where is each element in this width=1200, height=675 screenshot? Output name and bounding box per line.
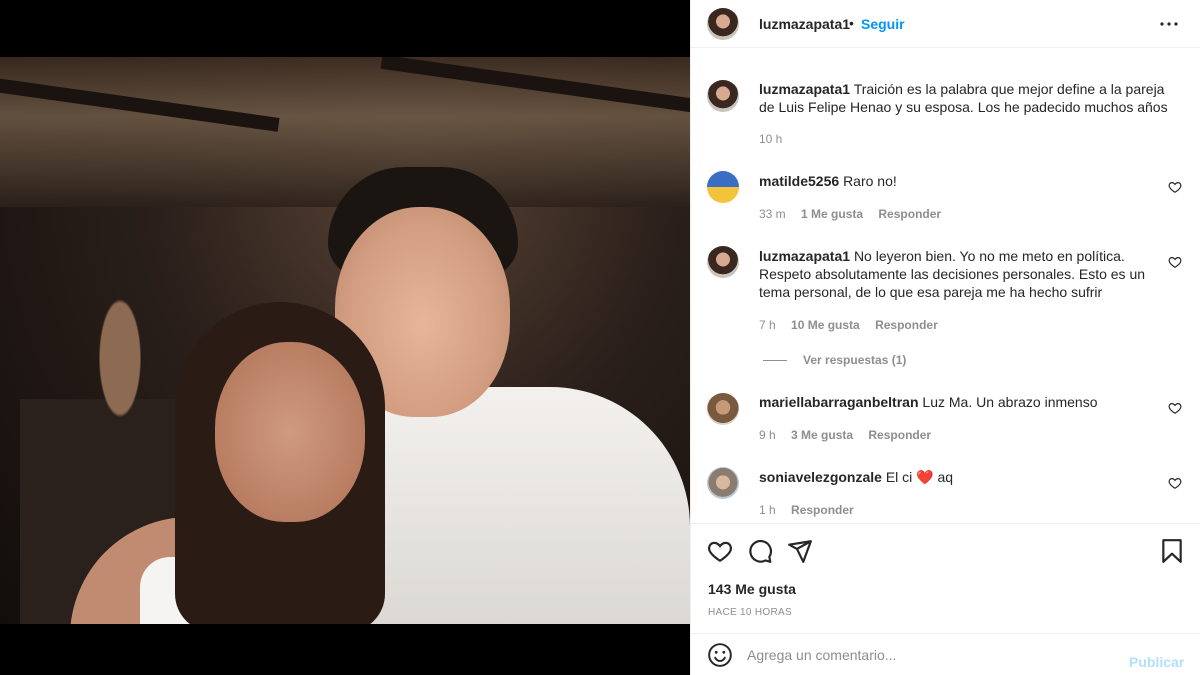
caption: luzmazapata1 Traición es la palabra que …: [759, 80, 1179, 116]
header-separator: •: [849, 15, 854, 31]
comment-item: mariellabarraganbeltran Luz Ma. Un abraz…: [759, 393, 1179, 411]
comment-time: 7 h: [759, 318, 776, 332]
comment-likes[interactable]: 10 Me gusta: [791, 318, 860, 332]
reply-button[interactable]: Responder: [878, 207, 941, 221]
comment-text-end: aq: [937, 469, 954, 485]
comment-avatar[interactable]: [707, 393, 739, 425]
comment-text: El ci: [885, 469, 913, 485]
follow-button[interactable]: Seguir: [861, 16, 905, 32]
author-username[interactable]: luzmazapata1: [759, 16, 850, 32]
comment-username[interactable]: mariellabarraganbeltran: [759, 394, 919, 410]
comment-username[interactable]: soniavelezgonzale: [759, 469, 882, 485]
comment-text: Luz Ma. Un abrazo inmenso: [922, 394, 1098, 410]
comment-username[interactable]: matilde5256: [759, 173, 839, 189]
comment-time: 9 h: [759, 428, 776, 442]
comment-meta: 7 h 10 Me gusta Responder: [759, 318, 950, 332]
comment-username[interactable]: luzmazapata1: [759, 248, 850, 264]
reply-button[interactable]: Responder: [875, 318, 938, 332]
comment-item: matilde5256 Raro no!: [759, 172, 1179, 190]
heart-icon[interactable]: [707, 538, 733, 564]
comment-like-icon[interactable]: [1168, 476, 1182, 490]
comment-likes[interactable]: 3 Me gusta: [791, 428, 853, 442]
reply-button[interactable]: Responder: [791, 503, 854, 517]
comment-meta: 9 h 3 Me gusta Responder: [759, 428, 943, 442]
caption-meta: 10 h: [759, 132, 794, 146]
post-header: luzmazapata1 • Seguir: [691, 0, 1200, 48]
author-avatar[interactable]: [707, 8, 739, 40]
comment-time: 1 h: [759, 503, 776, 517]
emoji-icon[interactable]: [707, 642, 733, 668]
replies-divider: [763, 360, 787, 362]
share-icon[interactable]: [787, 538, 813, 564]
reply-button[interactable]: Responder: [868, 428, 931, 442]
comment-text: Raro no!: [843, 173, 897, 189]
comment-likes[interactable]: 1 Me gusta: [801, 207, 863, 221]
post-side-panel: luzmazapata1 • Seguir luzmazapata1 Traic…: [690, 0, 1200, 675]
comment-avatar[interactable]: [707, 171, 739, 203]
comment-like-icon[interactable]: [1168, 401, 1182, 415]
like-count[interactable]: 143 Me gusta: [708, 581, 796, 597]
heart-emoji: ❤️: [916, 469, 934, 485]
photo-woman-face: [215, 342, 365, 522]
comment-meta: 1 h Responder: [759, 503, 866, 517]
comment-avatar[interactable]: [707, 467, 739, 499]
comment-item: soniavelezgonzale El ci ❤️ aq: [759, 468, 1179, 486]
view-replies-button[interactable]: Ver respuestas (1): [763, 353, 906, 367]
more-icon[interactable]: [1157, 12, 1181, 36]
view-replies-label: Ver respuestas (1): [803, 353, 907, 367]
comment-like-icon[interactable]: [1168, 255, 1182, 269]
comment-input[interactable]: [747, 642, 1117, 668]
publish-button[interactable]: Publicar: [1129, 654, 1184, 670]
comments-list[interactable]: luzmazapata1 Traición es la palabra que …: [691, 48, 1200, 523]
photo-ceiling: [0, 57, 690, 207]
comment-time: 33 m: [759, 207, 786, 221]
caption-username[interactable]: luzmazapata1: [759, 81, 850, 97]
post-photo[interactable]: [0, 57, 690, 624]
post-timestamp: HACE 10 HORAS: [708, 607, 792, 618]
caption-avatar[interactable]: [707, 80, 739, 112]
comment-meta: 33 m 1 Me gusta Responder: [759, 207, 953, 221]
post-media: [0, 0, 690, 675]
post-actions: 143 Me gusta HACE 10 HORAS: [691, 523, 1200, 633]
comment-avatar[interactable]: [707, 246, 739, 278]
caption-time: 10 h: [759, 132, 783, 146]
comment-icon[interactable]: [747, 538, 773, 564]
comment-like-icon[interactable]: [1168, 180, 1182, 194]
save-icon[interactable]: [1159, 538, 1185, 564]
comment-item: luzmazapata1 No leyeron bien. Yo no me m…: [759, 247, 1179, 301]
comment-composer: Publicar: [691, 633, 1200, 675]
